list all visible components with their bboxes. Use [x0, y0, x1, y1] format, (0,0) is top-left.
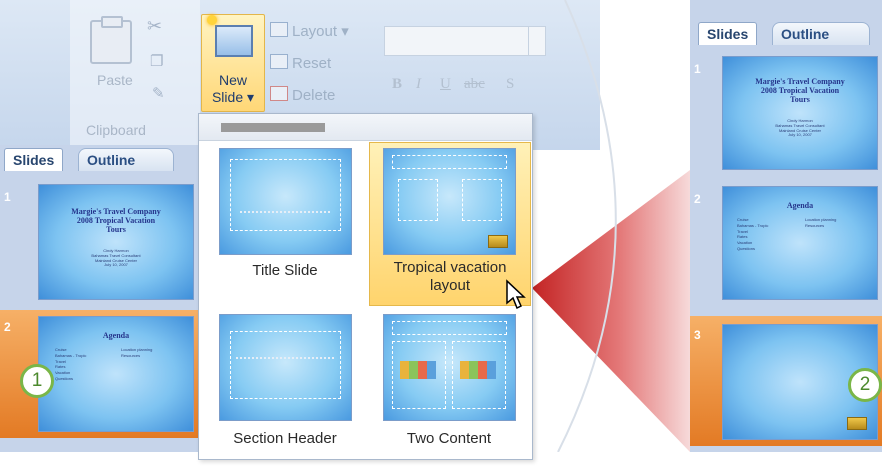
right-slide-row-2[interactable]: 2 Agenda Cruise Bahamas - Tropic Travel Rat… [690, 180, 882, 306]
page-curl-sweep [557, 0, 617, 452]
slide-number: 1 [694, 62, 701, 76]
slide-thumbnail[interactable]: Agenda Cruise Bahamas - Tropic Travel Rates… [722, 186, 878, 300]
logo-image [847, 417, 867, 430]
placeholder [392, 321, 507, 335]
tab-outline-right[interactable]: Outline [772, 22, 870, 45]
slide-thumbnail[interactable]: Margie's Travel Company 2008 Tropical Va… [722, 56, 878, 170]
layout-label: Two Content [406, 430, 492, 447]
mouse-cursor-icon [506, 279, 526, 310]
placeholder [230, 159, 341, 231]
layout-two-content[interactable]: Two Content [369, 310, 529, 472]
layout-thumbnail [219, 148, 352, 255]
layout-thumbnail [383, 148, 516, 255]
tab-slides-right[interactable]: Slides [698, 22, 758, 45]
placeholder-line [236, 357, 334, 359]
layout-thumbnail [219, 314, 352, 421]
gallery-header-bar [221, 123, 325, 132]
slide-bullets-right: Location planning Resources [805, 217, 837, 228]
content-icons [400, 361, 436, 379]
placeholder [392, 155, 507, 169]
slide-title: Margie's Travel Company 2008 Tropical Va… [755, 77, 845, 105]
slide-number: 2 [694, 192, 701, 206]
placeholder [230, 331, 341, 399]
logo-image [488, 235, 508, 248]
placeholder [398, 179, 438, 221]
placeholder [462, 179, 502, 221]
layout-label: Title Slide [252, 262, 318, 279]
slide-number: 3 [694, 328, 701, 342]
layout-title-slide[interactable]: Title Slide [205, 144, 365, 306]
slide-subtitle: Cindy Harmon Bahamas Travel Consultant M… [775, 118, 825, 138]
callout-two-badge: 2 [848, 368, 882, 402]
layout-thumbnail [383, 314, 516, 421]
layout-section-header[interactable]: Section Header [205, 310, 365, 472]
slide-bullets-left: Cruise Bahamas - Tropic Travel Rates Vacatio… [737, 217, 769, 251]
placeholder-line [240, 211, 330, 213]
content-icons [460, 361, 496, 379]
layout-gallery: Title Slide Tropical vacation layout Sec… [198, 113, 533, 460]
slide-title: Agenda [786, 201, 814, 210]
right-slide-row-1[interactable]: 1 Margie's Travel Company 2008 Tropical … [690, 50, 882, 176]
layout-label: Section Header [233, 430, 337, 447]
gallery-header [199, 114, 532, 141]
